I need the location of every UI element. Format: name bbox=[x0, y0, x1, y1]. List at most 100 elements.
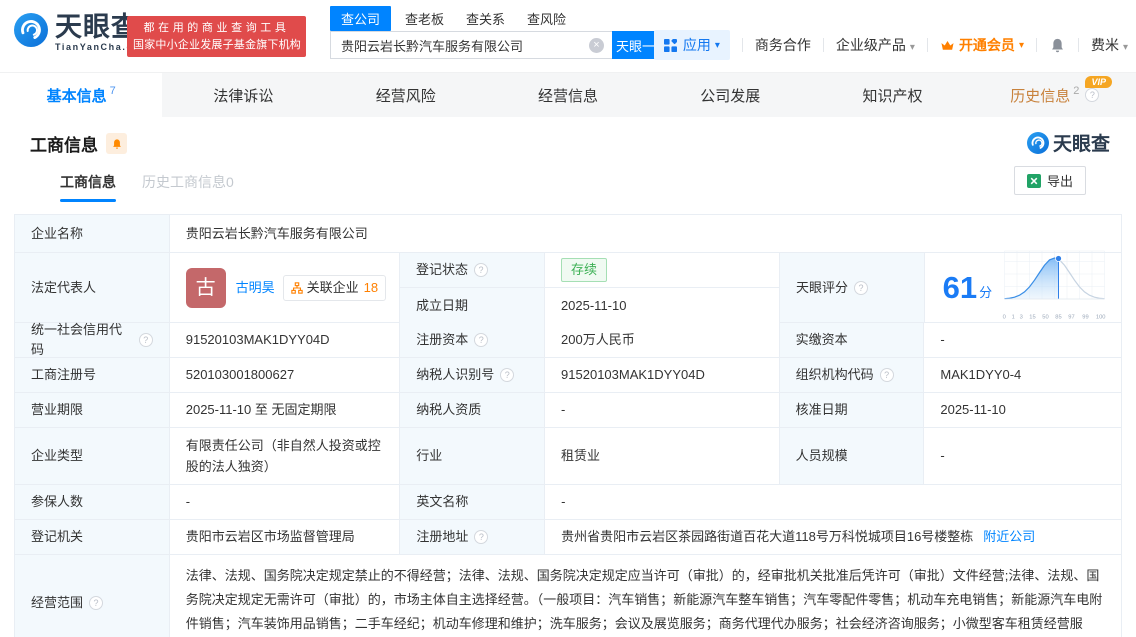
tab-history-info[interactable]: VIP 历史信息 2 bbox=[974, 73, 1136, 117]
field-label: 登记状态 bbox=[415, 262, 468, 277]
tab-basic-info[interactable]: 基本信息 7 bbox=[0, 73, 163, 117]
field-label: 企业名称 bbox=[31, 225, 84, 241]
table-row: 营业期限 2025-11-10 至 无固定期限 纳税人资质 - 核准日期 202… bbox=[15, 393, 1121, 428]
field-label: 营业期限 bbox=[31, 402, 84, 417]
export-button[interactable]: 导出 bbox=[1013, 166, 1086, 195]
taxpayer-quality-value: - bbox=[561, 402, 566, 417]
insured-count-value: - bbox=[185, 494, 191, 509]
tianyan-score: 61 分 0 1 3 15 50 85 97 99 100 bbox=[924, 250, 1122, 323]
search-tab-relation[interactable]: 查关系 bbox=[466, 9, 505, 28]
notification-bell-icon[interactable] bbox=[1049, 37, 1066, 54]
tab-label: 知识产权 bbox=[862, 87, 923, 105]
divider bbox=[1035, 38, 1037, 52]
section-title: 工商信息 bbox=[30, 136, 98, 155]
field-label: 注册资本 bbox=[416, 332, 469, 347]
company-nav-tabs: 基本信息 7 法律诉讼 经营风险 经营信息 公司发展 知识产权 VIP 历史信息… bbox=[0, 72, 1136, 117]
related-companies-count: 18 bbox=[363, 279, 379, 295]
search-input[interactable]: 贵阳云岩长黔汽车服务有限公司 bbox=[330, 31, 612, 59]
table-row: 企业类型 有限责任公司（非自然人投资或控股的法人独资） 行业 租赁业 人员规模 … bbox=[15, 428, 1121, 485]
org-chart-icon bbox=[290, 281, 303, 294]
export-label: 导出 bbox=[1046, 174, 1073, 189]
vip-badge: VIP bbox=[1085, 76, 1112, 88]
apps-menu[interactable]: 应用 bbox=[653, 30, 730, 60]
field-label: 人员规模 bbox=[795, 448, 848, 463]
table-row: 法定代表人 古 古明昊 关联企业 18 登记状态 存续 成立日期 2025-11… bbox=[15, 250, 1122, 323]
field-label: 纳税人识别号 bbox=[416, 367, 495, 382]
field-label: 法定代表人 bbox=[31, 279, 97, 295]
field-label: 参保人数 bbox=[31, 494, 84, 509]
help-icon[interactable] bbox=[473, 263, 488, 277]
excel-icon bbox=[1026, 173, 1041, 188]
search-tab-risk[interactable]: 查风险 bbox=[527, 9, 566, 28]
business-term-value: 2025-11-10 至 无固定期限 bbox=[185, 402, 337, 417]
tab-business-info[interactable]: 经营信息 bbox=[487, 73, 649, 117]
credit-code-value: 91520103MAK1DYY04D bbox=[185, 332, 330, 347]
staff-size-value: - bbox=[940, 448, 945, 463]
slogan-line2: 国家中小企业发展子基金旗下机构 bbox=[133, 39, 301, 51]
registered-capital-value: 200万人民币 bbox=[561, 332, 635, 347]
table-row: 参保人数 - 英文名称 - bbox=[15, 485, 1121, 520]
divider bbox=[741, 38, 743, 52]
established-date-value: 2025-11-10 bbox=[560, 297, 627, 313]
divider bbox=[1077, 38, 1079, 52]
field-label: 统一社会信用代码 bbox=[31, 322, 123, 357]
search-area: 查公司 查老板 查关系 查风险 贵阳云岩长黔汽车服务有限公司 天眼一下 bbox=[330, 6, 672, 59]
help-icon[interactable] bbox=[500, 368, 515, 382]
field-label: 成立日期 bbox=[415, 297, 468, 313]
field-label: 组织机构代码 bbox=[795, 367, 874, 382]
field-label: 企业类型 bbox=[31, 448, 84, 463]
nearby-companies-link[interactable]: 附近公司 bbox=[983, 527, 1035, 547]
subtab-business-registration[interactable]: 工商信息 bbox=[60, 172, 116, 202]
field-label: 纳税人资质 bbox=[416, 402, 482, 417]
score-value: 61 bbox=[942, 270, 978, 305]
search-tabs: 查公司 查老板 查关系 查风险 bbox=[330, 6, 672, 31]
tab-legal-proceedings[interactable]: 法律诉讼 bbox=[162, 73, 324, 117]
divider bbox=[822, 38, 824, 52]
help-icon[interactable] bbox=[853, 280, 868, 295]
score-unit: 分 bbox=[979, 284, 993, 300]
related-companies-badge[interactable]: 关联企业 18 bbox=[282, 274, 387, 301]
field-label: 注册地址 bbox=[416, 529, 469, 544]
table-row: 登记机关 贵阳市云岩区市场监督管理局 注册地址 贵州省贵阳市云岩区茶园路街道百花… bbox=[15, 520, 1121, 555]
registered-address-value: 贵州省贵阳市云岩区茶园路街道百花大道118号万科悦城项目16号楼整栋 bbox=[561, 529, 974, 544]
field-label: 工商注册号 bbox=[31, 367, 97, 382]
top-menu: 应用 商务合作 企业级产品 开通会员 费米 bbox=[653, 30, 1128, 60]
help-icon[interactable] bbox=[474, 530, 489, 544]
cooperation-link[interactable]: 商务合作 bbox=[755, 35, 811, 55]
tianyancha-watermark: 天眼查 bbox=[1026, 129, 1110, 156]
user-menu[interactable]: 费米 bbox=[1091, 35, 1128, 55]
table-row: 工商注册号 520103001800627 纳税人识别号 91520103MAK… bbox=[15, 358, 1121, 393]
tab-intellectual-property[interactable]: 知识产权 bbox=[811, 73, 973, 117]
help-icon[interactable] bbox=[89, 596, 104, 610]
legal-rep-name-link[interactable]: 古明昊 bbox=[236, 278, 275, 298]
legal-rep-avatar[interactable]: 古 bbox=[185, 267, 226, 308]
registration-number-value: 520103001800627 bbox=[185, 367, 295, 382]
slogan-line1: 都在用的商业查询工具 bbox=[143, 22, 290, 34]
subtab-history-registration[interactable]: 历史工商信息0 bbox=[142, 172, 234, 202]
field-label: 实缴资本 bbox=[795, 332, 848, 347]
org-code-value: MAK1DYY0-4 bbox=[940, 367, 1022, 382]
search-tab-company[interactable]: 查公司 bbox=[330, 6, 392, 31]
clear-icon[interactable] bbox=[589, 37, 604, 53]
help-icon[interactable] bbox=[1085, 88, 1100, 102]
help-icon[interactable] bbox=[879, 368, 894, 382]
company-name-value: 贵阳云岩长黔汽车服务有限公司 bbox=[185, 225, 368, 241]
subscribe-bell-icon[interactable] bbox=[106, 133, 127, 154]
company-type-value: 有限责任公司（非自然人投资或控股的法人独资） bbox=[185, 438, 381, 474]
table-row: 企业名称 贵阳云岩长黔汽车服务有限公司 bbox=[15, 215, 1121, 253]
open-vip-menu[interactable]: 开通会员 bbox=[940, 35, 1024, 55]
grid-icon bbox=[663, 38, 677, 52]
help-icon[interactable] bbox=[474, 333, 489, 347]
field-label: 天眼评分 bbox=[795, 279, 848, 295]
tab-count: 7 bbox=[109, 85, 116, 97]
english-name-value: - bbox=[561, 494, 566, 509]
brand-slogan-badge: 都在用的商业查询工具 国家中小企业发展子基金旗下机构 bbox=[127, 16, 306, 57]
tab-company-development[interactable]: 公司发展 bbox=[649, 73, 811, 117]
enterprise-product-menu[interactable]: 企业级产品 bbox=[836, 35, 915, 55]
search-tab-boss[interactable]: 查老板 bbox=[405, 9, 444, 28]
help-icon[interactable] bbox=[138, 333, 153, 347]
score-distribution-chart: 01 3 15 50 85 97 99 100 bbox=[1002, 249, 1107, 327]
divider bbox=[926, 38, 928, 52]
table-row: 经营范围 法律、法规、国务院决定规定禁止的不得经营；法律、法规、国务院决定规定应… bbox=[15, 555, 1121, 637]
tab-operation-risk[interactable]: 经营风险 bbox=[325, 73, 487, 117]
